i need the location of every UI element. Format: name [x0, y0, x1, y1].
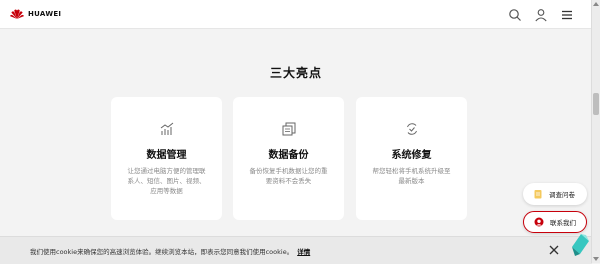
- survey-button[interactable]: 调查问卷: [523, 183, 587, 205]
- card-data-backup[interactable]: 数据备份 备份恢复手机数据让您的重要资料不会丢失: [233, 97, 344, 220]
- customer-service-icon: [534, 217, 544, 227]
- huawei-logo[interactable]: HUAWEI: [10, 8, 61, 20]
- brand-name: HUAWEI: [28, 10, 62, 18]
- card-title: 系统修复: [391, 150, 432, 161]
- feature-cards: 数据管理 让您通过电脑方便的管理联系人、短信、图片、视频、应用等数据 数据备份 …: [111, 97, 467, 220]
- copy-icon: [282, 122, 295, 136]
- chart-icon: [160, 122, 173, 135]
- cookie-text: 我们使用cookie来确保您的高速浏览体验。继续浏览本站，即表示您同意我们使用c…: [30, 248, 294, 256]
- card-title: 数据备份: [268, 150, 309, 161]
- cookie-banner: 我们使用cookie来确保您的高速浏览体验。继续浏览本站，即表示您同意我们使用c…: [0, 236, 592, 264]
- app-widget-icon[interactable]: [569, 231, 591, 257]
- huawei-flower-icon: [10, 9, 24, 19]
- scroll-down-icon[interactable]: [593, 257, 599, 261]
- top-navigation-bar: HUAWEI: [0, 0, 592, 29]
- scrollbar-thumb[interactable]: [593, 93, 599, 115]
- survey-label: 调查问卷: [549, 191, 575, 199]
- search-icon[interactable]: [508, 7, 522, 21]
- contact-us-button[interactable]: 联系我们: [523, 211, 587, 233]
- section-title: 三大亮点: [269, 66, 322, 80]
- user-icon[interactable]: [534, 7, 548, 22]
- sync-icon: [406, 123, 417, 135]
- card-description: 帮您轻松将手机系统升级至最新版本: [372, 167, 451, 185]
- card-description: 让您通过电脑方便的管理联系人、短信、图片、视频、应用等数据: [127, 167, 206, 195]
- card-description: 备份恢复手机数据让您的重要资料不会丢失: [249, 167, 328, 185]
- close-icon[interactable]: [548, 244, 560, 256]
- card-title: 数据管理: [146, 150, 187, 161]
- scroll-up-icon[interactable]: [593, 2, 599, 6]
- card-data-management[interactable]: 数据管理 让您通过电脑方便的管理联系人、短信、图片、视频、应用等数据: [111, 97, 222, 220]
- cookie-message: 我们使用cookie来确保您的高速浏览体验。继续浏览本站，即表示您同意我们使用c…: [30, 246, 310, 256]
- cookie-details-link[interactable]: 详情: [297, 248, 310, 256]
- clipboard-icon: [534, 190, 542, 199]
- menu-icon[interactable]: [560, 7, 574, 21]
- page-scrollbar[interactable]: [591, 0, 600, 263]
- card-system-repair[interactable]: 系统修复 帮您轻松将手机系统升级至最新版本: [356, 97, 467, 220]
- contact-label: 联系我们: [550, 219, 576, 227]
